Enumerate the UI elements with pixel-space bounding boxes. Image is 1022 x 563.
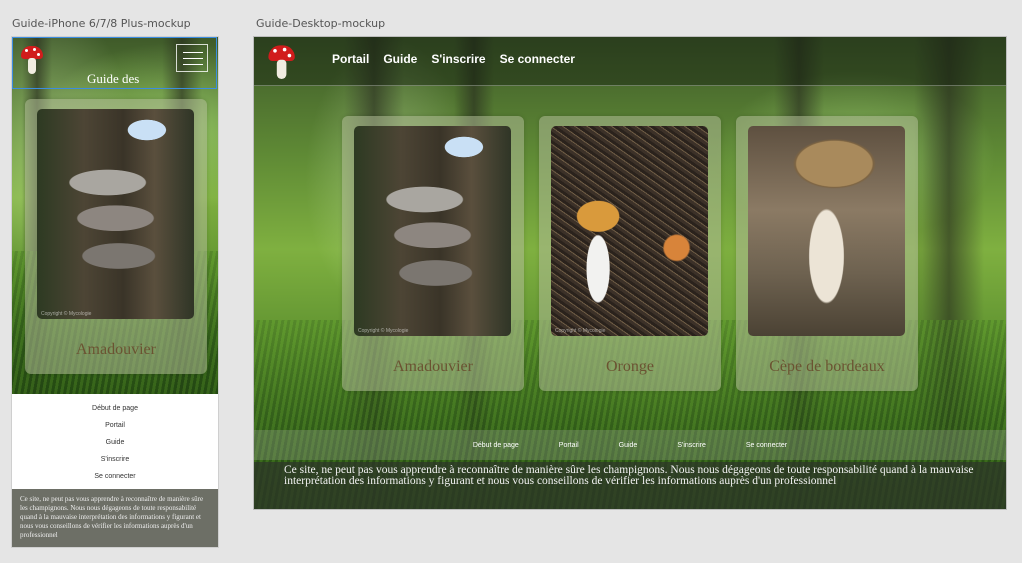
- card-title: Amadouvier: [76, 341, 156, 358]
- mushroom-card-amadouvier[interactable]: Copyright © Mycologie Amadouvier: [342, 116, 524, 391]
- mobile-artboard: Guide des Copyright © Mycologie Amadouvi…: [12, 37, 218, 547]
- footer-link-signup[interactable]: S'inscrire: [677, 442, 706, 449]
- desktop-artboard-label: Guide-Desktop-mockup: [256, 17, 386, 30]
- mobile-hero: Guide des Copyright © Mycologie Amadouvi…: [12, 37, 218, 394]
- nav-link-guide[interactable]: Guide: [12, 434, 218, 451]
- photo-copyright: Copyright © Mycologie: [358, 328, 409, 334]
- nav-link-signup[interactable]: S'inscrire: [12, 451, 218, 468]
- mushroom-logo-icon[interactable]: [266, 43, 297, 84]
- mushroom-card-cepe[interactable]: Cèpe de bordeaux: [736, 116, 918, 391]
- nav-signup[interactable]: S'inscrire: [431, 52, 485, 66]
- desktop-header: Portail Guide S'inscrire Se connecter: [254, 37, 1006, 86]
- mobile-artboard-label: Guide-iPhone 6/7/8 Plus-mockup: [12, 17, 191, 30]
- card-title: Oronge: [606, 358, 654, 375]
- mushroom-photo: [748, 126, 905, 336]
- nav-login[interactable]: Se connecter: [500, 52, 575, 66]
- nav-link-top[interactable]: Début de page: [12, 400, 218, 417]
- mushroom-photo: Copyright © Mycologie: [354, 126, 511, 336]
- mushroom-photo: Copyright © Mycologie: [551, 126, 708, 336]
- nav-portail[interactable]: Portail: [332, 52, 369, 66]
- mobile-header: Guide des: [12, 37, 217, 89]
- hamburger-menu-icon[interactable]: [176, 44, 208, 72]
- desktop-artboard: Portail Guide S'inscrire Se connecter Co…: [254, 37, 1006, 509]
- mushroom-photo: Copyright © Mycologie: [37, 109, 194, 319]
- page-title: Guide des: [87, 71, 140, 86]
- mushroom-card-oronge[interactable]: Copyright © Mycologie Oronge: [539, 116, 721, 391]
- desktop-footer-nav: Début de page Portail Guide S'inscrire S…: [254, 430, 1006, 460]
- mushroom-logo-icon[interactable]: [19, 44, 45, 78]
- nav-link-login[interactable]: Se connecter: [12, 468, 218, 485]
- nav-guide[interactable]: Guide: [383, 52, 417, 66]
- photo-copyright: Copyright © Mycologie: [555, 328, 606, 334]
- footer-link-login[interactable]: Se connecter: [746, 442, 787, 449]
- main-nav: Portail Guide S'inscrire Se connecter: [332, 52, 575, 66]
- photo-copyright: Copyright © Mycologie: [41, 311, 92, 317]
- mushroom-card[interactable]: Copyright © Mycologie Amadouvier: [25, 99, 207, 374]
- footer-link-portail[interactable]: Portail: [559, 442, 579, 449]
- card-title: Cèpe de bordeaux: [769, 358, 885, 375]
- mobile-footer-nav: Début de page Portail Guide S'inscrire S…: [12, 394, 218, 489]
- desktop-disclaimer: Ce site, ne peut pas vous apprendre à re…: [254, 462, 1006, 509]
- nav-link-portail[interactable]: Portail: [12, 417, 218, 434]
- footer-link-top[interactable]: Début de page: [473, 442, 519, 449]
- footer-link-guide[interactable]: Guide: [619, 442, 638, 449]
- mobile-disclaimer: Ce site, ne peut pas vous apprendre à re…: [12, 489, 218, 547]
- card-title: Amadouvier: [393, 358, 473, 375]
